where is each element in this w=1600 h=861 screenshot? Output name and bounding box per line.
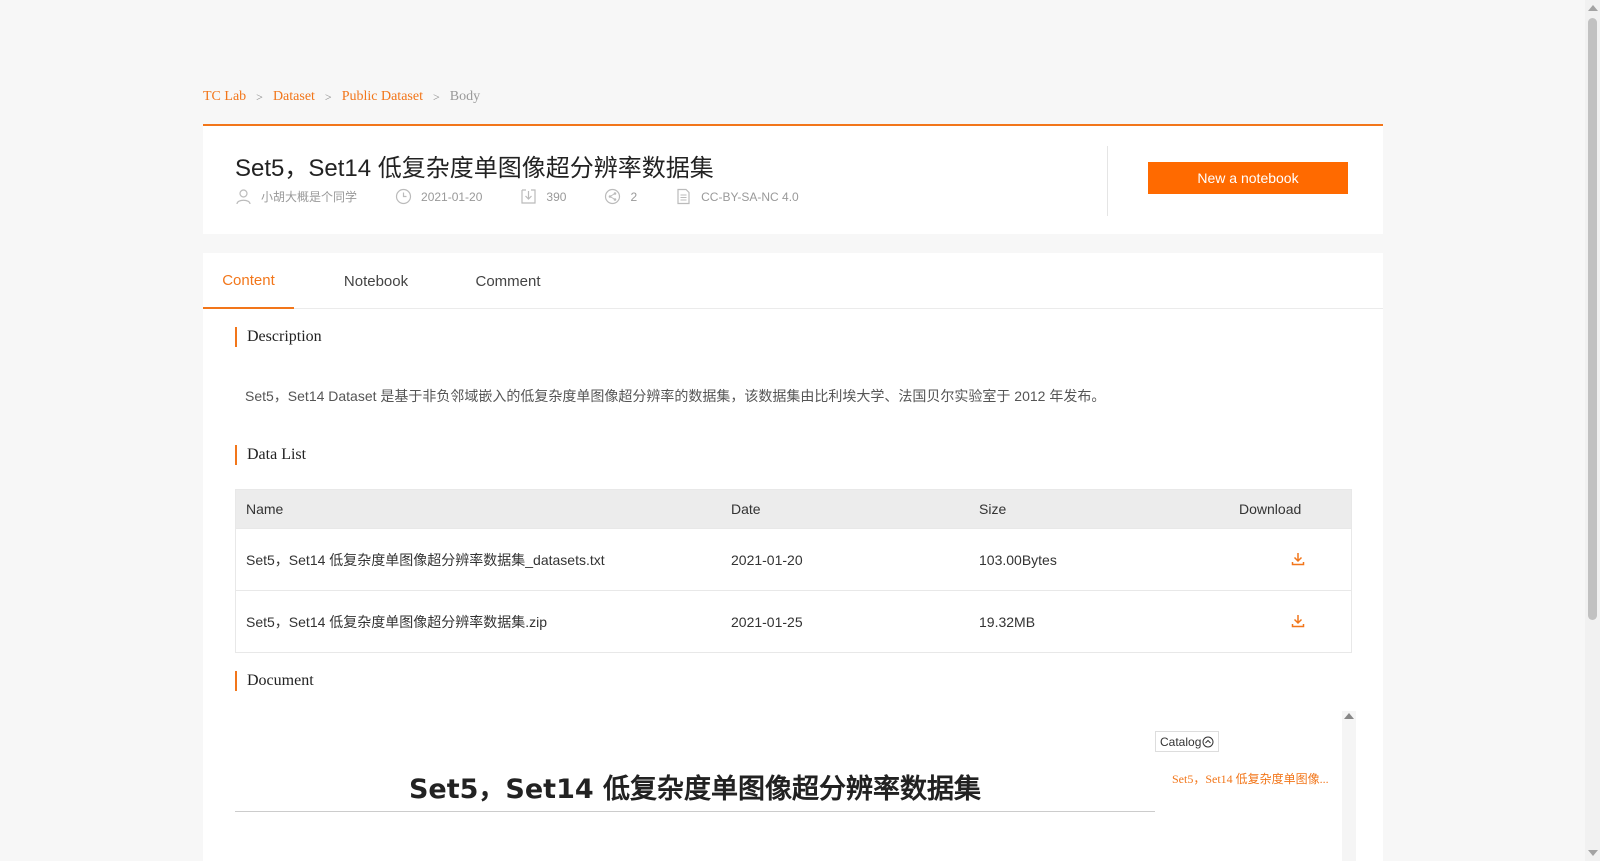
file-date: 2021-01-20 [731, 551, 803, 568]
tab-content[interactable]: Content [203, 253, 294, 309]
heading-divider [235, 811, 1155, 812]
column-header-date: Date [731, 501, 761, 517]
catalog-label: Catalog [1160, 734, 1202, 749]
meta-author: 小胡大概是个同学 [235, 188, 357, 205]
file-size: 103.00Bytes [979, 551, 1057, 568]
page-title: Set5，Set14 低复杂度单图像超分辨率数据集 [235, 155, 714, 182]
share-count: 2 [630, 189, 638, 204]
chevron-right-icon: > [324, 89, 332, 104]
download-icon [521, 189, 537, 204]
scroll-up-icon[interactable] [1588, 5, 1598, 11]
meta-license: CC-BY-SA-NC 4.0 [675, 188, 799, 205]
download-count: 390 [546, 189, 567, 204]
catalog-scrollbar[interactable] [1342, 711, 1356, 861]
document-viewer: Set5，Set14 低复杂度单图像超分辨率数据集 Catalog Set5，S… [235, 711, 1356, 861]
share-icon [605, 188, 621, 205]
file-name: Set5，Set14 低复杂度单图像超分辨率数据集_datasets.txt [246, 551, 605, 568]
column-header-name: Name [246, 501, 284, 517]
dataset-meta: 小胡大概是个同学 2021-01-20 390 2 CC-BY-SA-NC 4.… [235, 188, 837, 205]
chevron-right-icon: > [432, 89, 440, 104]
catalog-toggle-button[interactable]: Catalog [1155, 731, 1220, 752]
user-icon [236, 189, 251, 205]
header-divider [1107, 146, 1108, 216]
scroll-down-icon[interactable] [1588, 850, 1598, 856]
tab-comment[interactable]: Comment [468, 253, 548, 309]
file-name: Set5，Set14 低复杂度单图像超分辨率数据集.zip [246, 613, 548, 630]
page-scrollbar[interactable] [1585, 0, 1600, 861]
table-header: Name Date Size Download [236, 490, 1351, 528]
description-title: Description [235, 327, 322, 347]
meta-date: 2021-01-20 [395, 188, 482, 205]
table-row: Set5，Set14 低复杂度单图像超分辨率数据集_datasets.txt 2… [236, 528, 1351, 590]
tab-notebook[interactable]: Notebook [336, 253, 416, 309]
clock-icon [395, 188, 412, 205]
content-panel: Content Notebook Comment Description Set… [203, 253, 1383, 861]
column-header-size: Size [979, 501, 1007, 517]
data-list-title: Data List [235, 445, 306, 465]
document-heading: Set5，Set14 低复杂度单图像超分辨率数据集 [408, 774, 982, 805]
table-row: Set5，Set14 低复杂度单图像超分辨率数据集.zip 2021-01-25… [236, 590, 1351, 652]
download-icon[interactable] [1291, 614, 1305, 628]
scrollbar-thumb[interactable] [1588, 18, 1597, 620]
author-name[interactable]: 小胡大概是个同学 [261, 188, 357, 205]
description-text: Set5，Set14 Dataset 是基于非负邻域嵌入的低复杂度单图像超分辨率… [245, 388, 1106, 404]
document-title: Document [235, 671, 314, 691]
dataset-header: Set5，Set14 低复杂度单图像超分辨率数据集 小胡大概是个同学 2021-… [203, 124, 1383, 234]
chevron-up-circle-icon [1202, 736, 1214, 747]
tab-bar: Content Notebook Comment [203, 253, 1383, 309]
data-list-table: Name Date Size Download Set5，Set14 低复杂度单… [235, 489, 1352, 653]
breadcrumb-tc-lab[interactable]: TC Lab [203, 89, 246, 105]
publish-date: 2021-01-20 [421, 189, 483, 204]
column-header-download: Download [1239, 501, 1302, 517]
breadcrumb-body: Body [449, 89, 481, 104]
chevron-right-icon: > [256, 89, 263, 104]
meta-shares: 2 [604, 188, 637, 205]
breadcrumb-public-dataset[interactable]: Public Dataset [342, 89, 423, 105]
scroll-up-icon[interactable] [1344, 713, 1354, 719]
catalog-item[interactable]: Set5，Set14 低复杂度单图像... [1172, 770, 1329, 787]
file-size: 19.32MB [979, 613, 1036, 630]
meta-downloads: 390 [520, 188, 566, 205]
breadcrumb-dataset[interactable]: Dataset [273, 89, 315, 105]
license: CC-BY-SA-NC 4.0 [701, 189, 799, 204]
file-date: 2021-01-25 [731, 613, 803, 630]
breadcrumb: TC Lab > Dataset > Public Dataset > Body [203, 89, 480, 105]
download-icon[interactable] [1291, 552, 1305, 566]
document-icon [677, 188, 690, 205]
new-notebook-button[interactable]: New a notebook [1148, 162, 1348, 194]
